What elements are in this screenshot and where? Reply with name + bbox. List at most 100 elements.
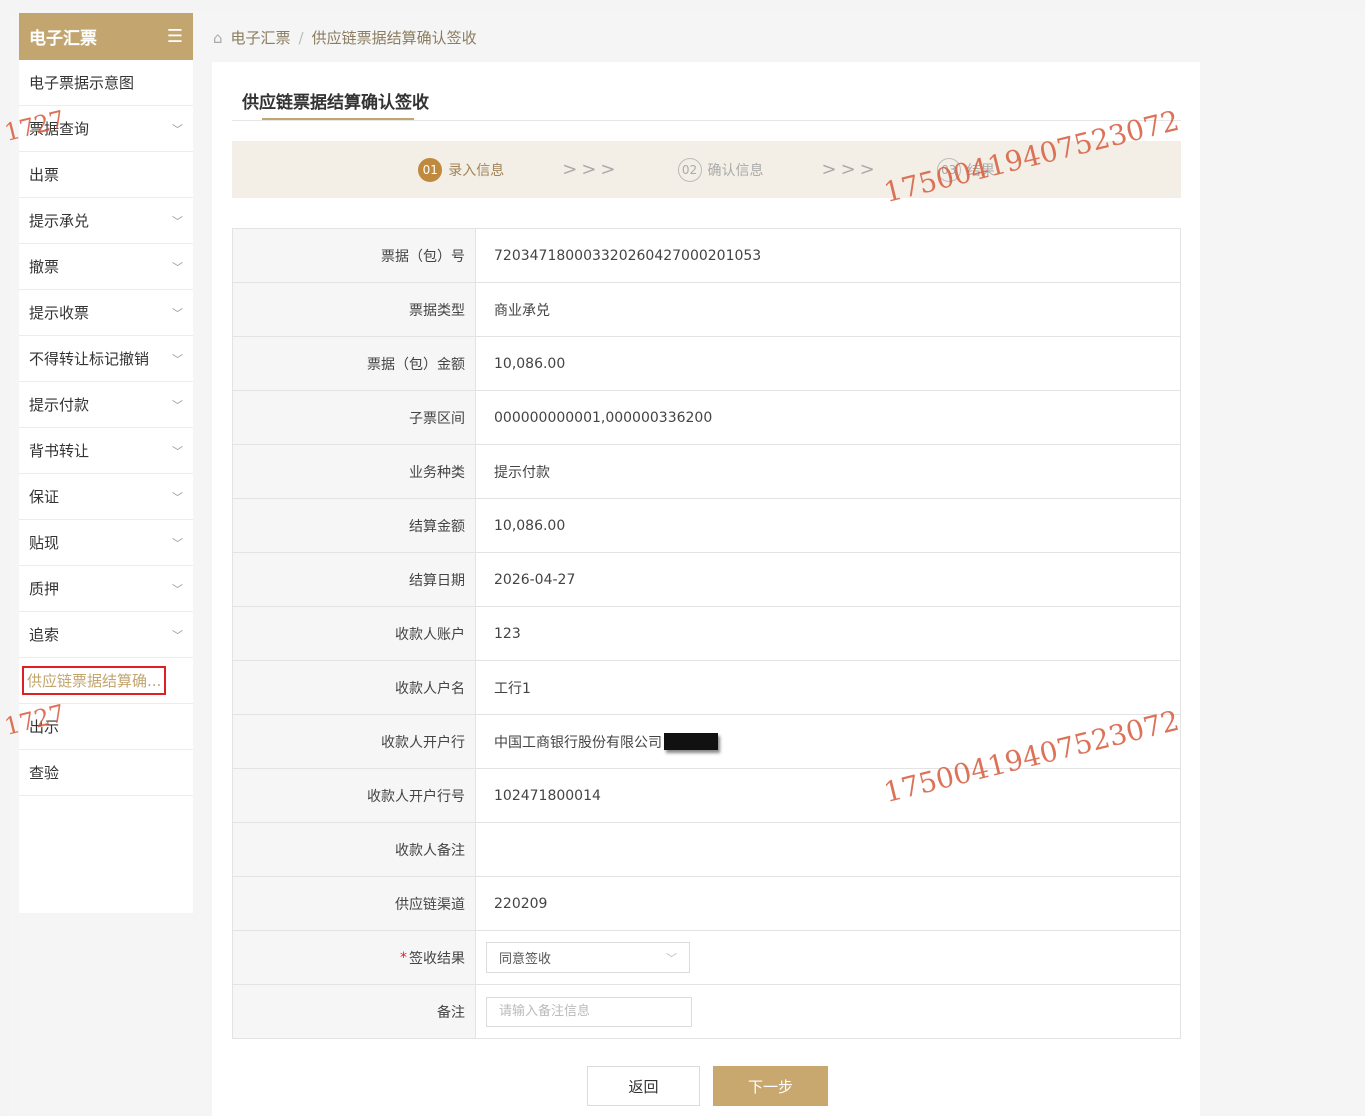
form-value: 工行1 — [476, 661, 1180, 714]
step-3-number: 03 — [936, 157, 961, 182]
sidebar-item[interactable]: 撤票 ﹀ — [19, 244, 193, 290]
next-button[interactable]: 下一步 — [713, 1066, 828, 1106]
chevron-down-icon: ﹀ — [172, 536, 183, 550]
sidebar-item[interactable]: 提示收票 ﹀ — [19, 290, 193, 336]
form-label: 收款人开户行号 — [233, 769, 476, 822]
form-value: 220209 — [476, 877, 1180, 930]
sidebar-item-label: 出示 — [29, 718, 60, 736]
chevron-down-icon: ﹀ — [666, 951, 677, 965]
sidebar-item[interactable]: 出示 — [19, 704, 193, 750]
sidebar-item[interactable]: 质押 ﹀ — [19, 566, 193, 612]
step-1: 01 录入信息 — [418, 157, 504, 182]
sidebar-item[interactable]: 出票 — [19, 152, 193, 198]
sidebar-item[interactable]: 提示付款 ﹀ — [19, 382, 193, 428]
form-value: 10,086.00 — [476, 499, 1180, 552]
breadcrumb-current: 供应链票据结算确认签收 — [311, 29, 477, 47]
form-label: 收款人备注 — [233, 823, 476, 876]
form-label: 票据（包）金额 — [233, 337, 476, 390]
sidebar-item[interactable]: 保证 ﹀ — [19, 474, 193, 520]
sidebar-item-label: 不得转让标记撤销 — [29, 350, 150, 368]
form-label: 供应链渠道 — [233, 877, 476, 930]
chevron-down-icon: ﹀ — [172, 444, 183, 458]
form-row: 收款人户名 工行1 — [233, 661, 1180, 715]
form-value-text: 720347180003320260427000201053 — [494, 247, 762, 264]
form-value: 商业承兑 — [476, 283, 1180, 336]
breadcrumb-home[interactable]: 电子汇票 — [231, 27, 291, 48]
form-row: 收款人账户 123 — [233, 607, 1180, 661]
sign-result-label: 签收结果 — [409, 950, 465, 967]
form-value-text: 102471800014 — [494, 787, 601, 804]
page-title: 供应链票据结算确认签收 — [242, 93, 429, 113]
form-value-text: 提示付款 — [494, 464, 550, 481]
menu-icon[interactable]: ☰ — [167, 27, 183, 46]
sidebar-item[interactable]: 电子票据示意图 — [19, 60, 193, 106]
back-button[interactable]: 返回 — [587, 1066, 700, 1106]
redaction-block — [664, 733, 718, 750]
sidebar-item-label: 电子票据示意图 — [29, 74, 135, 92]
sign-result-select[interactable]: 同意签收 ﹀ — [486, 942, 690, 973]
required-mark: * — [400, 949, 407, 966]
form-label: 业务种类 — [233, 445, 476, 498]
form-value-text: 10,086.00 — [494, 517, 566, 534]
form-row-remark: 备注 — [233, 985, 1180, 1039]
sidebar-menu: 电子票据示意图 票据查询 ﹀ 出票 提示承兑 ﹀ 撤票 ﹀ 提示收票 ﹀ 不得转让标记撤销 ﹀ 提示付款… — [19, 60, 193, 796]
sidebar: 电子汇票 ☰ 电子票据示意图 票据查询 ﹀ 出票 提示承兑 ﹀ 撤票 ﹀ 提示收票 ﹀ 不得转让标记… — [19, 13, 193, 913]
form-row: 收款人开户行号 102471800014 — [233, 769, 1180, 823]
sidebar-item-label: 追索 — [29, 626, 60, 644]
form-row: 收款人开户行 中国工商银行股份有限公司 — [233, 715, 1180, 769]
form-value: 同意签收 ﹀ — [476, 931, 1180, 984]
step-arrows-2: >>> — [821, 159, 879, 180]
form-value: 000000000001,000000336200 — [476, 391, 1180, 444]
form-row: 收款人备注 — [233, 823, 1180, 877]
chevron-down-icon: ﹀ — [172, 628, 183, 642]
step-3: 03 结果 — [936, 157, 995, 182]
form-value-text: 220209 — [494, 895, 548, 912]
sidebar-item-label: 保证 — [29, 488, 60, 506]
sidebar-item[interactable]: 追索 ﹀ — [19, 612, 193, 658]
chevron-down-icon: ﹀ — [172, 352, 183, 366]
sidebar-item[interactable]: 贴现 ﹀ — [19, 520, 193, 566]
form-value: 2026-04-27 — [476, 553, 1180, 606]
sidebar-item[interactable]: 票据查询 ﹀ — [19, 106, 193, 152]
home-icon[interactable]: ⌂ — [213, 29, 223, 47]
sidebar-title: 电子汇票 — [29, 29, 97, 49]
form-row: 结算金额 10,086.00 — [233, 499, 1180, 553]
sidebar-item-label: 供应链票据结算确... — [22, 666, 167, 695]
sidebar-item-label: 查验 — [29, 764, 60, 782]
form-value-text: 000000000001,000000336200 — [494, 409, 713, 426]
step-3-label: 结果 — [966, 162, 995, 179]
step-2: 02 确认信息 — [677, 157, 764, 182]
remark-label: 备注 — [437, 1004, 465, 1021]
form-value-text: 2026-04-27 — [494, 571, 576, 588]
form-label: 结算金额 — [233, 499, 476, 552]
sidebar-item[interactable]: 提示承兑 ﹀ — [19, 198, 193, 244]
sidebar-item-label: 票据查询 — [29, 120, 90, 138]
form-value-text: 10,086.00 — [494, 355, 566, 372]
form-label: 票据（包）号 — [233, 229, 476, 282]
form-value — [476, 823, 1180, 876]
form-row-sign-result: * 签收结果 同意签收 ﹀ — [233, 931, 1180, 985]
form-label: 子票区间 — [233, 391, 476, 444]
form-value-text: 商业承兑 — [494, 302, 550, 319]
breadcrumb-separator: / — [298, 28, 304, 47]
sidebar-item-label: 撤票 — [29, 258, 60, 276]
sidebar-item[interactable]: 查验 — [19, 750, 193, 796]
sidebar-item[interactable]: 供应链票据结算确... — [19, 658, 193, 704]
form-label: * 签收结果 — [233, 931, 476, 984]
sidebar-item-label: 出票 — [29, 166, 60, 184]
step-2-label: 确认信息 — [707, 162, 764, 179]
detail-form: 票据（包）号 720347180003320260427000201053 票据类型… — [232, 228, 1181, 1039]
form-row: 子票区间 000000000001,000000336200 — [233, 391, 1180, 445]
form-value: 10,086.00 — [476, 337, 1180, 390]
breadcrumb: ⌂ 电子汇票 / 供应链票据结算确认签收 — [213, 27, 477, 48]
sidebar-item[interactable]: 不得转让标记撤销 ﹀ — [19, 336, 193, 382]
form-value: 720347180003320260427000201053 — [476, 229, 1180, 282]
form-row: 票据（包）号 720347180003320260427000201053 — [233, 229, 1180, 283]
remark-input[interactable] — [486, 996, 692, 1027]
sidebar-item[interactable]: 背书转让 ﹀ — [19, 428, 193, 474]
step-arrows-1: >>> — [562, 159, 620, 180]
form-value-text: 工行1 — [494, 680, 531, 697]
form-label: 收款人账户 — [233, 607, 476, 660]
form-label: 收款人户名 — [233, 661, 476, 714]
chevron-down-icon: ﹀ — [172, 214, 183, 228]
